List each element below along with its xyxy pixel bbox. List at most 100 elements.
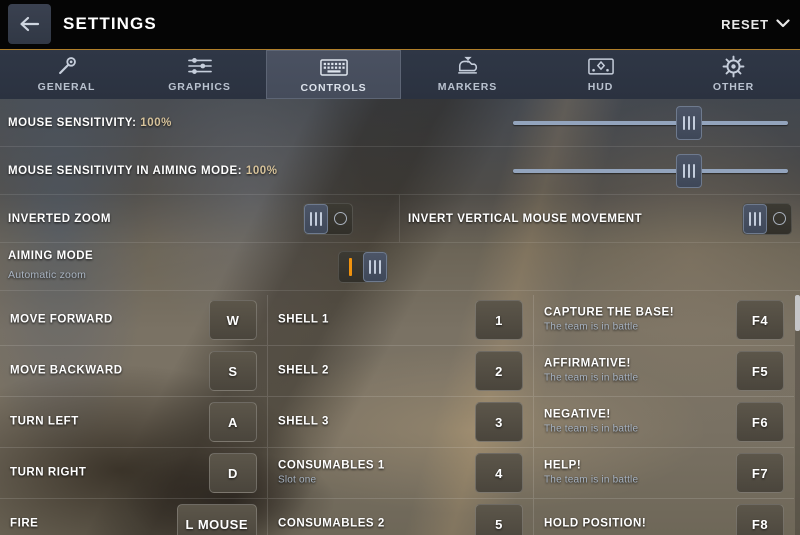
invert-vertical-mouse-toggle[interactable] xyxy=(742,202,792,235)
keybinding-row: HOLD POSITION! F8 xyxy=(534,499,794,535)
tab-markers-label: MARKERS xyxy=(437,81,498,93)
keybinding-key-button[interactable]: L MOUSE xyxy=(176,504,257,535)
grip-bars-icon xyxy=(368,259,381,274)
scrollbar-thumb[interactable] xyxy=(795,295,800,331)
toggle-handle[interactable] xyxy=(304,203,329,234)
keybinding-row: TURN LEFT A xyxy=(0,397,267,448)
keybinding-key-button[interactable]: 1 xyxy=(475,300,523,340)
setting-row-aiming-mode: AIMING MODE Automatic zoom xyxy=(0,243,800,291)
mouse-sensitivity-slider[interactable] xyxy=(513,105,788,140)
keybinding-key-button[interactable]: 2 xyxy=(475,351,523,391)
slider-handle[interactable] xyxy=(676,105,702,140)
keybinding-title: NEGATIVE! xyxy=(544,408,611,421)
setting-row-mouse-sensitivity: MOUSE SENSITIVITY: 100% xyxy=(0,99,800,147)
tab-general[interactable]: GENERAL xyxy=(0,50,133,99)
tab-controls-label: CONTROLS xyxy=(300,82,367,94)
keybinding-texts: NEGATIVE! The team is in battle xyxy=(544,409,638,436)
settings-screen: SETTINGS RESET GENERAL GRAPHICS CONTROLS… xyxy=(0,0,800,535)
keybinding-key-button[interactable]: D xyxy=(209,453,257,493)
inverted-zoom-toggle[interactable] xyxy=(303,202,353,235)
arrow-left-icon xyxy=(19,16,41,32)
setting-inverted-zoom: INVERTED ZOOM xyxy=(0,195,400,242)
mouse-sensitivity-aiming-label: MOUSE SENSITIVITY IN AIMING MODE: 100% xyxy=(8,164,278,177)
keybinding-key-button[interactable]: 4 xyxy=(475,453,523,493)
keybinding-texts: HELP! The team is in battle xyxy=(544,460,638,487)
keybinding-row: SHELL 1 1 xyxy=(268,295,533,346)
keybindings-grid: MOVE FORWARD W MOVE BACKWARD S TURN LEFT A TUR… xyxy=(0,295,800,535)
keybinding-key-button[interactable]: S xyxy=(209,351,257,391)
keybinding-texts: TURN RIGHT xyxy=(10,467,86,480)
mouse-sensitivity-label: MOUSE SENSITIVITY: 100% xyxy=(8,116,172,129)
toggle-handle[interactable] xyxy=(362,251,387,282)
keybinding-key-button[interactable]: F4 xyxy=(736,300,784,340)
circle-icon xyxy=(333,212,347,225)
toggle-handle[interactable] xyxy=(743,203,768,234)
keybinding-key-button[interactable]: 3 xyxy=(475,402,523,442)
keybinding-title: TURN RIGHT xyxy=(10,466,87,479)
keybinding-key-button[interactable]: F7 xyxy=(736,453,784,493)
keybindings-column-movement: MOVE FORWARD W MOVE BACKWARD S TURN LEFT A TUR… xyxy=(0,295,267,535)
keybinding-title: TURN LEFT xyxy=(10,415,79,428)
keybinding-key-button[interactable]: F8 xyxy=(736,504,784,535)
mouse-sensitivity-value: 100% xyxy=(140,116,172,129)
aiming-mode-sublabel: Automatic zoom xyxy=(8,268,87,281)
toggle-off-slot[interactable] xyxy=(767,204,791,234)
keybinding-row: CAPTURE THE BASE! The team is in battle F4 xyxy=(534,295,794,346)
back-button[interactable] xyxy=(8,4,51,44)
mouse-sensitivity-aiming-slider[interactable] xyxy=(513,153,788,188)
tab-graphics[interactable]: GRAPHICS xyxy=(133,50,266,99)
keybinding-key-button[interactable]: F5 xyxy=(736,351,784,391)
tab-general-label: GENERAL xyxy=(37,81,96,93)
settings-list: MOUSE SENSITIVITY: 100% MOUSE SENSITIVIT… xyxy=(0,99,800,291)
keybinding-texts: AFFIRMATIVE! The team is in battle xyxy=(544,358,638,385)
keybinding-subtitle: Slot one xyxy=(278,474,317,486)
keybinding-texts: CONSUMABLES 1 Slot one xyxy=(278,460,385,487)
slider-track[interactable] xyxy=(513,168,788,173)
keybinding-title: CONSUMABLES 1 xyxy=(278,459,385,472)
tab-hud-label: HUD xyxy=(587,81,614,93)
keybinding-title: FIRE xyxy=(10,517,39,530)
tab-other[interactable]: OTHER xyxy=(667,50,800,99)
keybinding-subtitle: The team is in battle xyxy=(544,372,639,384)
grip-bars-icon xyxy=(749,211,762,226)
keybinding-key-button[interactable]: 5 xyxy=(475,504,523,535)
tab-markers[interactable]: MARKERS xyxy=(401,50,534,99)
keybinding-subtitle: The team is in battle xyxy=(544,423,639,435)
reset-button[interactable]: RESET xyxy=(721,15,790,33)
keybinding-key-button[interactable]: F6 xyxy=(736,402,784,442)
keybinding-title: HOLD POSITION! xyxy=(544,517,647,530)
aiming-mode-toggle[interactable] xyxy=(338,250,388,283)
keybindings-column-commands: CAPTURE THE BASE! The team is in battle F4… xyxy=(533,295,794,535)
reset-label: RESET xyxy=(721,16,769,32)
tab-graphics-label: GRAPHICS xyxy=(168,81,231,93)
mouse-sensitivity-aiming-value: 100% xyxy=(245,164,278,177)
toggle-on-indicator-slot[interactable] xyxy=(339,252,363,282)
tab-hud[interactable]: HUD xyxy=(534,50,667,99)
page-title: SETTINGS xyxy=(63,14,157,33)
slider-handle[interactable] xyxy=(676,153,702,188)
keybinding-texts: SHELL 1 xyxy=(278,314,329,327)
tab-controls[interactable]: CONTROLS xyxy=(266,50,401,99)
keybinding-row: MOVE FORWARD W xyxy=(0,295,267,346)
title-bar: SETTINGS RESET xyxy=(0,0,800,49)
grip-bars-icon xyxy=(683,163,695,178)
tank-icon xyxy=(455,55,481,77)
toggle-off-slot[interactable] xyxy=(328,204,352,234)
keybinding-key-button[interactable]: A xyxy=(209,402,257,442)
keybinding-row: TURN RIGHT D xyxy=(0,448,267,499)
keybinding-texts: CAPTURE THE BASE! The team is in battle xyxy=(544,307,674,334)
keybinding-title: SHELL 2 xyxy=(278,364,329,377)
keybinding-texts: FIRE xyxy=(10,518,38,531)
minimap-icon xyxy=(587,55,614,77)
chevron-down-icon xyxy=(776,15,790,33)
keybinding-row: SHELL 3 3 xyxy=(268,397,533,448)
slider-track[interactable] xyxy=(513,120,788,125)
invert-vertical-mouse-label: INVERT VERTICAL MOUSE MOVEMENT xyxy=(408,212,643,225)
setting-row-inversion: INVERTED ZOOM INVERT VERTICAL MOUSE MOVE… xyxy=(0,195,800,243)
keybinding-title: MOVE FORWARD xyxy=(10,313,113,326)
keybinding-row: CONSUMABLES 1 Slot one 4 xyxy=(268,448,533,499)
keybinding-texts: MOVE BACKWARD xyxy=(10,365,123,378)
keybinding-key-button[interactable]: W xyxy=(209,300,257,340)
vertical-scrollbar[interactable] xyxy=(795,295,800,535)
aiming-mode-label: AIMING MODE xyxy=(8,249,94,262)
